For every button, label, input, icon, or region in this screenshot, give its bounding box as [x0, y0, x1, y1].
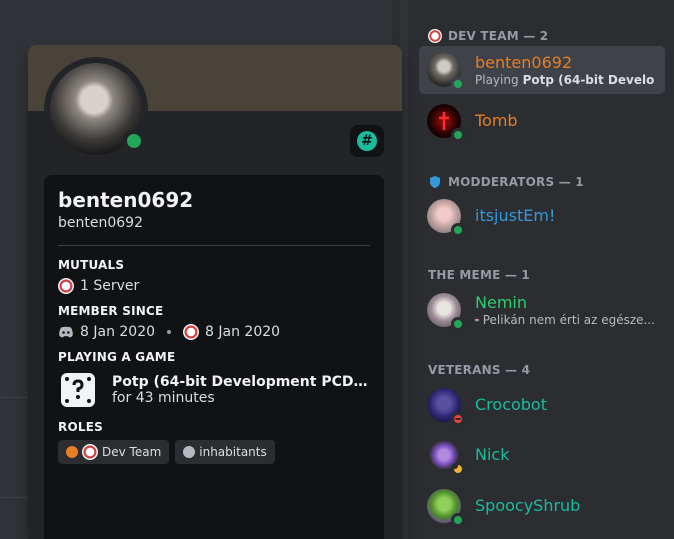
role-label: inhabitants: [199, 445, 267, 459]
message-divider: [0, 497, 28, 498]
status-online-icon: [451, 223, 465, 237]
dev-team-role-icon: [82, 444, 98, 460]
avatar: [427, 104, 465, 142]
section-title-playing: Playing a Game: [58, 350, 176, 364]
member-spoocyshrub[interactable]: SpoocyShrub: [419, 482, 665, 530]
section-title-mutuals: Mutuals: [58, 258, 125, 272]
avatar: [427, 489, 465, 527]
member-name: benten0692: [475, 53, 573, 72]
status-dnd-icon: [451, 412, 465, 426]
server-icon: [183, 324, 200, 340]
status-online-icon: [451, 513, 465, 527]
status-online-icon: [122, 129, 146, 153]
profile-display-name: benten0692: [58, 188, 194, 212]
member-custom-status: Pelikán nem érti az egésze...: [475, 313, 655, 327]
avatar: [427, 53, 465, 91]
server-join-date: 8 Jan 2020: [205, 324, 281, 340]
category-label: Modderators — 1: [448, 175, 584, 189]
member-nick[interactable]: Nick: [419, 431, 665, 479]
status-online-icon: [451, 77, 465, 91]
dot-separator: [167, 330, 172, 334]
status-online-icon: [451, 128, 465, 142]
status-online-icon: [451, 317, 465, 331]
profile-username: benten0692: [58, 215, 143, 231]
discord-logo-icon: [59, 326, 73, 338]
dev-team-role-icon: [428, 29, 442, 43]
profile-body: benten0692 benten0692 Mutuals 1 Server M…: [44, 175, 384, 539]
game-controller-icon: [58, 370, 98, 410]
hungary-flag-icon: [475, 318, 479, 322]
avatar: [427, 438, 465, 476]
mutual-servers[interactable]: 1 Server: [58, 278, 370, 294]
member-activity: PlayingPotp (64-bit Develop...: [475, 73, 655, 87]
category-label: Dev Team — 2: [448, 29, 549, 43]
status-idle-icon: [451, 462, 465, 476]
role-label: Dev Team: [102, 445, 162, 459]
game-elapsed: for 43 minutes: [112, 390, 215, 406]
member-crocobot[interactable]: Crocobot: [419, 381, 665, 429]
member-name: itsjustEm!: [475, 206, 556, 225]
category-dev-team: Dev Team — 2: [428, 28, 548, 44]
user-profile-popout: # benten0692 benten0692 Mutuals 1 Server…: [28, 45, 402, 539]
hashtag-icon: #: [357, 131, 377, 151]
role-color-dot[interactable]: [66, 446, 78, 458]
member-name: SpoocyShrub: [475, 496, 581, 515]
member-itsjustem[interactable]: itsjustEm!: [419, 192, 665, 240]
member-since-row: 8 Jan 2020 8 Jan 2020: [58, 324, 370, 340]
divider: [58, 245, 370, 246]
section-title-roles: Roles: [58, 420, 103, 434]
member-name: Nick: [475, 445, 510, 464]
game-activity: Potp (64-bit Development PCD3D_S... for …: [58, 370, 374, 410]
role-color-dot[interactable]: [183, 446, 196, 458]
hypesquad-badge[interactable]: #: [350, 125, 384, 157]
member-nemin[interactable]: Nemin Pelikán nem érti az egésze...: [419, 286, 665, 334]
category-label: The Meme — 1: [428, 268, 530, 282]
member-name: Crocobot: [475, 395, 547, 414]
game-name: Potp (64-bit Development PCD3D_S...: [112, 374, 374, 390]
roles-list: Dev Team inhabitants: [58, 440, 370, 464]
section-title-member-since: Member Since: [58, 304, 164, 318]
avatar: [427, 199, 465, 237]
avatar: [427, 293, 465, 331]
member-list: Dev Team — 2 benten0692 Playing Potp (64-…: [408, 0, 674, 539]
role-inhabitants[interactable]: inhabitants: [175, 440, 275, 464]
member-name: Nemin: [475, 293, 527, 312]
server-icon: [58, 278, 74, 294]
avatar: [427, 388, 465, 426]
discord-join-date: 8 Jan 2020: [80, 324, 156, 340]
category-the-meme: The Meme — 1: [428, 267, 530, 283]
category-veterans: Veterans — 4: [428, 362, 530, 378]
role-dev-team[interactable]: Dev Team: [58, 440, 170, 464]
member-tomb[interactable]: Tomb: [419, 97, 665, 145]
category-modderators: Modderators — 1: [428, 174, 584, 190]
message-divider: [0, 397, 28, 398]
shield-icon: [430, 176, 440, 188]
category-label: Veterans — 4: [428, 363, 531, 377]
member-name: Tomb: [475, 111, 518, 130]
member-benten0692[interactable]: benten0692 PlayingPotp (64-bit Develop..…: [419, 46, 665, 94]
mutual-servers-count: 1 Server: [80, 278, 140, 294]
profile-avatar[interactable]: [44, 57, 148, 161]
